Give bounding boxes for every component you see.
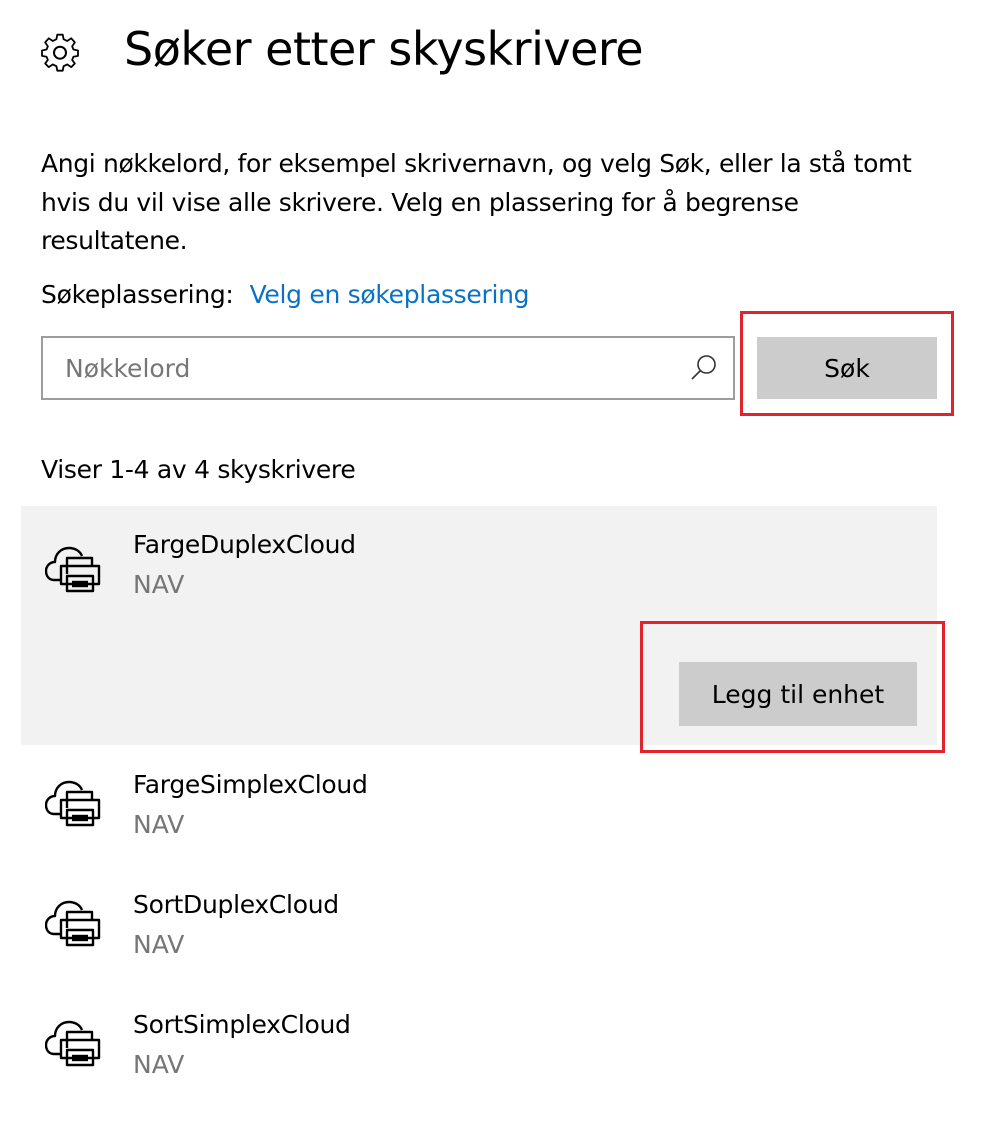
printer-list-item[interactable]: FargeSimplexCloud NAV: [21, 760, 937, 870]
gear-icon: [40, 33, 80, 73]
printer-location: NAV: [133, 1050, 185, 1079]
keyword-search-input[interactable]: [43, 338, 683, 398]
printer-location: NAV: [133, 810, 185, 839]
printer-location: NAV: [133, 930, 185, 959]
printer-list-item[interactable]: SortDuplexCloud NAV: [21, 880, 937, 990]
search-location-row: Søkeplassering: Velg en søkeplassering: [41, 280, 530, 309]
search-icon[interactable]: [689, 353, 719, 383]
printer-name: SortDuplexCloud: [133, 890, 339, 919]
cloud-printer-icon: [44, 770, 103, 828]
cloud-printer-icon: [44, 890, 103, 948]
printer-name: FargeSimplexCloud: [133, 770, 368, 799]
cloud-printer-icon: [44, 1010, 103, 1068]
cloud-printer-icon: [44, 536, 103, 594]
results-count: Viser 1-4 av 4 skyskrivere: [41, 455, 356, 484]
printer-name: FargeDuplexCloud: [133, 530, 356, 559]
search-location-label: Søkeplassering:: [41, 280, 234, 309]
description-text: Angi nøkkelord, for eksempel skrivernavn…: [41, 149, 912, 255]
printer-name: SortSimplexCloud: [133, 1010, 351, 1039]
printer-list-item[interactable]: SortSimplexCloud NAV: [21, 1000, 937, 1110]
printer-location: NAV: [133, 570, 185, 599]
add-device-button[interactable]: Legg til enhet: [679, 662, 917, 726]
search-box: [41, 336, 735, 400]
search-button[interactable]: Søk: [757, 337, 937, 399]
choose-search-location-link[interactable]: Velg en søkeplassering: [250, 280, 530, 309]
page-title: Søker etter skyskrivere: [124, 22, 644, 76]
